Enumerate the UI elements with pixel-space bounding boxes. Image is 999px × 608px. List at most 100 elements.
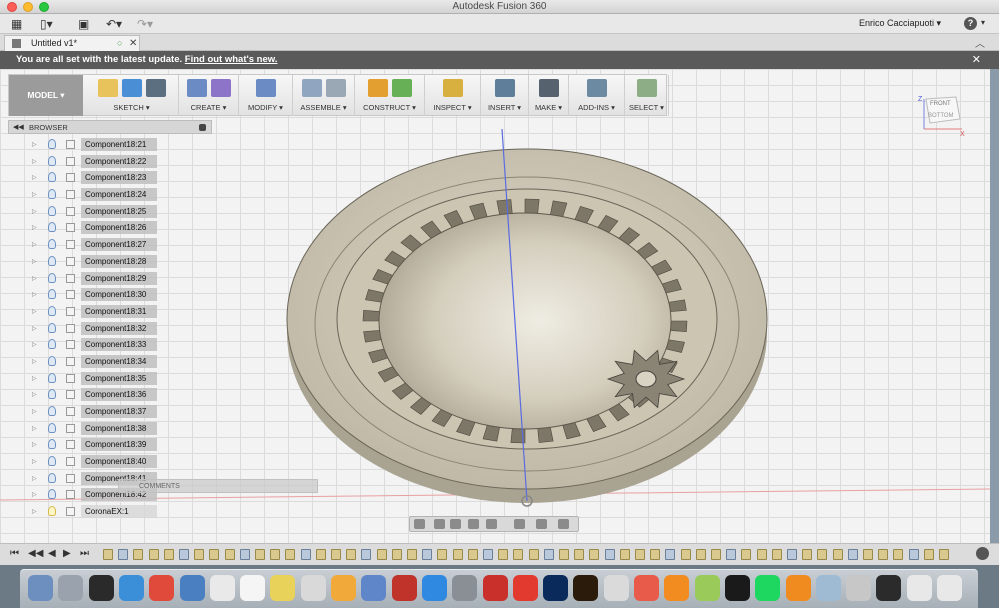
visibility-bulb-icon[interactable] — [48, 355, 56, 366]
expand-arrow-icon[interactable]: ▷ — [32, 358, 37, 365]
timeline-feature[interactable] — [331, 549, 341, 560]
dock-app-icon[interactable] — [391, 575, 417, 601]
browser-item[interactable]: ▷ Component18:25 — [8, 204, 168, 221]
browser-item[interactable]: ▷ Component18:29 — [8, 271, 168, 288]
timeline-feature[interactable] — [391, 549, 402, 560]
ribbon-group-label[interactable]: INSPECT ▾ — [425, 103, 480, 112]
ribbon-group-label[interactable]: INSERT ▾ — [481, 103, 528, 112]
zoom-window-button[interactable] — [39, 2, 49, 12]
browser-item[interactable]: ▷ CoronaEX:1 — [8, 504, 168, 521]
dock-app-icon[interactable] — [270, 575, 296, 601]
browser-header[interactable]: ◀◀ BROWSER — [8, 120, 212, 134]
timeline-feature[interactable] — [878, 549, 889, 560]
view-cube[interactable]: FRONT BOTTOM Z X — [918, 93, 966, 137]
expand-arrow-icon[interactable]: ▷ — [32, 174, 37, 181]
browser-pin-icon[interactable] — [199, 124, 206, 131]
dock-app-icon[interactable] — [28, 575, 53, 601]
ribbon-group-6[interactable]: INSERT ▾ — [481, 75, 529, 116]
timeline-feature[interactable] — [726, 549, 737, 560]
browser-item[interactable]: ▷ Component18:39 — [8, 437, 168, 454]
timeline-feature[interactable] — [270, 549, 281, 560]
dock-app-icon[interactable] — [240, 575, 266, 601]
ribbon-tool-icon[interactable] — [325, 79, 346, 97]
timeline-feature[interactable] — [650, 549, 661, 560]
close-tab-icon[interactable]: ✕ — [129, 36, 137, 51]
timeline-feature[interactable] — [619, 549, 630, 560]
browser-item[interactable]: ▷ Component18:28 — [8, 254, 168, 271]
ribbon-group-5[interactable]: INSPECT ▾ — [425, 75, 481, 116]
redo-icon[interactable]: ↷▾ — [137, 17, 153, 31]
collapse-icon[interactable]: ︿ — [975, 35, 985, 50]
expand-arrow-icon[interactable]: ▷ — [32, 441, 37, 448]
timeline-feature[interactable] — [923, 549, 934, 560]
dock-app-icon[interactable] — [543, 575, 569, 601]
dock-app-icon[interactable] — [209, 575, 235, 601]
timeline-feature[interactable] — [300, 549, 311, 560]
timeline-feature[interactable] — [528, 549, 539, 560]
timeline-feature[interactable] — [376, 549, 387, 560]
timeline-feature[interactable] — [103, 549, 113, 560]
timeline-feature[interactable] — [711, 549, 721, 560]
ribbon-tool-icon[interactable] — [210, 79, 231, 97]
visibility-bulb-icon[interactable] — [48, 239, 56, 250]
display-settings-icon[interactable] — [414, 519, 425, 529]
visibility-bulb-icon[interactable] — [48, 456, 56, 467]
dock-app-icon[interactable] — [755, 575, 781, 601]
ribbon-tool-icon[interactable] — [121, 79, 142, 97]
expand-arrow-icon[interactable]: ▷ — [32, 191, 37, 198]
expand-arrow-icon[interactable]: ▷ — [32, 158, 37, 165]
browser-item[interactable]: ▷ Component18:32 — [8, 321, 168, 338]
timeline-feature[interactable] — [863, 549, 873, 560]
expand-arrow-icon[interactable]: ▷ — [32, 408, 37, 415]
dock-app-icon[interactable] — [664, 575, 690, 601]
dock-app-icon[interactable] — [815, 575, 841, 601]
timeline-feature[interactable] — [559, 549, 569, 560]
browser-item[interactable]: ▷ Component18:21 — [8, 137, 168, 154]
ribbon-group-8[interactable]: ADD-INS ▾ — [569, 75, 625, 116]
dock-app-icon[interactable] — [331, 575, 356, 601]
timeline-feature[interactable] — [741, 549, 752, 560]
zoom-window-icon[interactable] — [486, 519, 497, 529]
dock-app-icon[interactable] — [846, 575, 872, 601]
user-menu[interactable]: Enrico Cacciapuoti ▾ — [859, 18, 941, 29]
timeline-start-icon[interactable]: ⏮ — [10, 548, 19, 559]
expand-arrow-icon[interactable]: ▷ — [32, 475, 37, 482]
dock-app-icon[interactable] — [937, 575, 962, 601]
dock-app-icon[interactable] — [634, 575, 659, 601]
timeline-feature[interactable] — [680, 549, 691, 560]
expand-arrow-icon[interactable]: ▷ — [32, 341, 37, 348]
visibility-bulb-icon[interactable] — [48, 222, 56, 233]
timeline-back-icon[interactable]: ◀◀ — [28, 548, 43, 559]
ribbon-group-label[interactable]: SELECT ▾ — [625, 103, 668, 112]
timeline-play-icon[interactable]: ▶ — [63, 548, 71, 559]
visibility-bulb-icon[interactable] — [48, 422, 56, 433]
timeline-feature[interactable] — [817, 549, 828, 560]
visibility-bulb-icon[interactable] — [48, 506, 56, 517]
ribbon-tool-icon[interactable] — [442, 79, 463, 97]
grid-menu-icon[interactable]: ▦ — [11, 17, 22, 31]
ribbon-group-label[interactable]: ADD-INS ▾ — [569, 103, 624, 112]
browser-item[interactable]: ▷ Component18:23 — [8, 170, 168, 187]
browser-item[interactable]: ▷ Component18:27 — [8, 237, 168, 254]
browser-item[interactable]: ▷ Component18:40 — [8, 454, 168, 471]
visibility-bulb-icon[interactable] — [48, 489, 56, 500]
browser-item[interactable]: ▷ Component18:24 — [8, 187, 168, 204]
expand-arrow-icon[interactable]: ▷ — [32, 141, 37, 148]
dock-app-icon[interactable] — [300, 575, 326, 601]
timeline-feature[interactable] — [315, 549, 326, 560]
visibility-bulb-icon[interactable] — [48, 189, 56, 200]
pan-icon[interactable] — [450, 519, 461, 529]
browser-item[interactable]: ▷ Component18:30 — [8, 287, 168, 304]
dock-app-icon[interactable] — [603, 575, 629, 601]
timeline-feature[interactable] — [148, 549, 159, 560]
ribbon-group-label[interactable]: CONSTRUCT ▾ — [355, 103, 424, 112]
browser-item[interactable]: ▷ Component18:33 — [8, 337, 168, 354]
dock-app-icon[interactable] — [179, 575, 205, 601]
timeline-end-icon[interactable]: ⏭ — [80, 548, 89, 559]
browser-item[interactable]: ▷ Component18:35 — [8, 371, 168, 388]
timeline-feature[interactable] — [361, 549, 372, 560]
dock-app-icon[interactable] — [421, 575, 447, 601]
timeline-feature[interactable] — [163, 549, 174, 560]
ribbon-tool-icon[interactable] — [367, 79, 388, 97]
visibility-bulb-icon[interactable] — [48, 472, 56, 483]
